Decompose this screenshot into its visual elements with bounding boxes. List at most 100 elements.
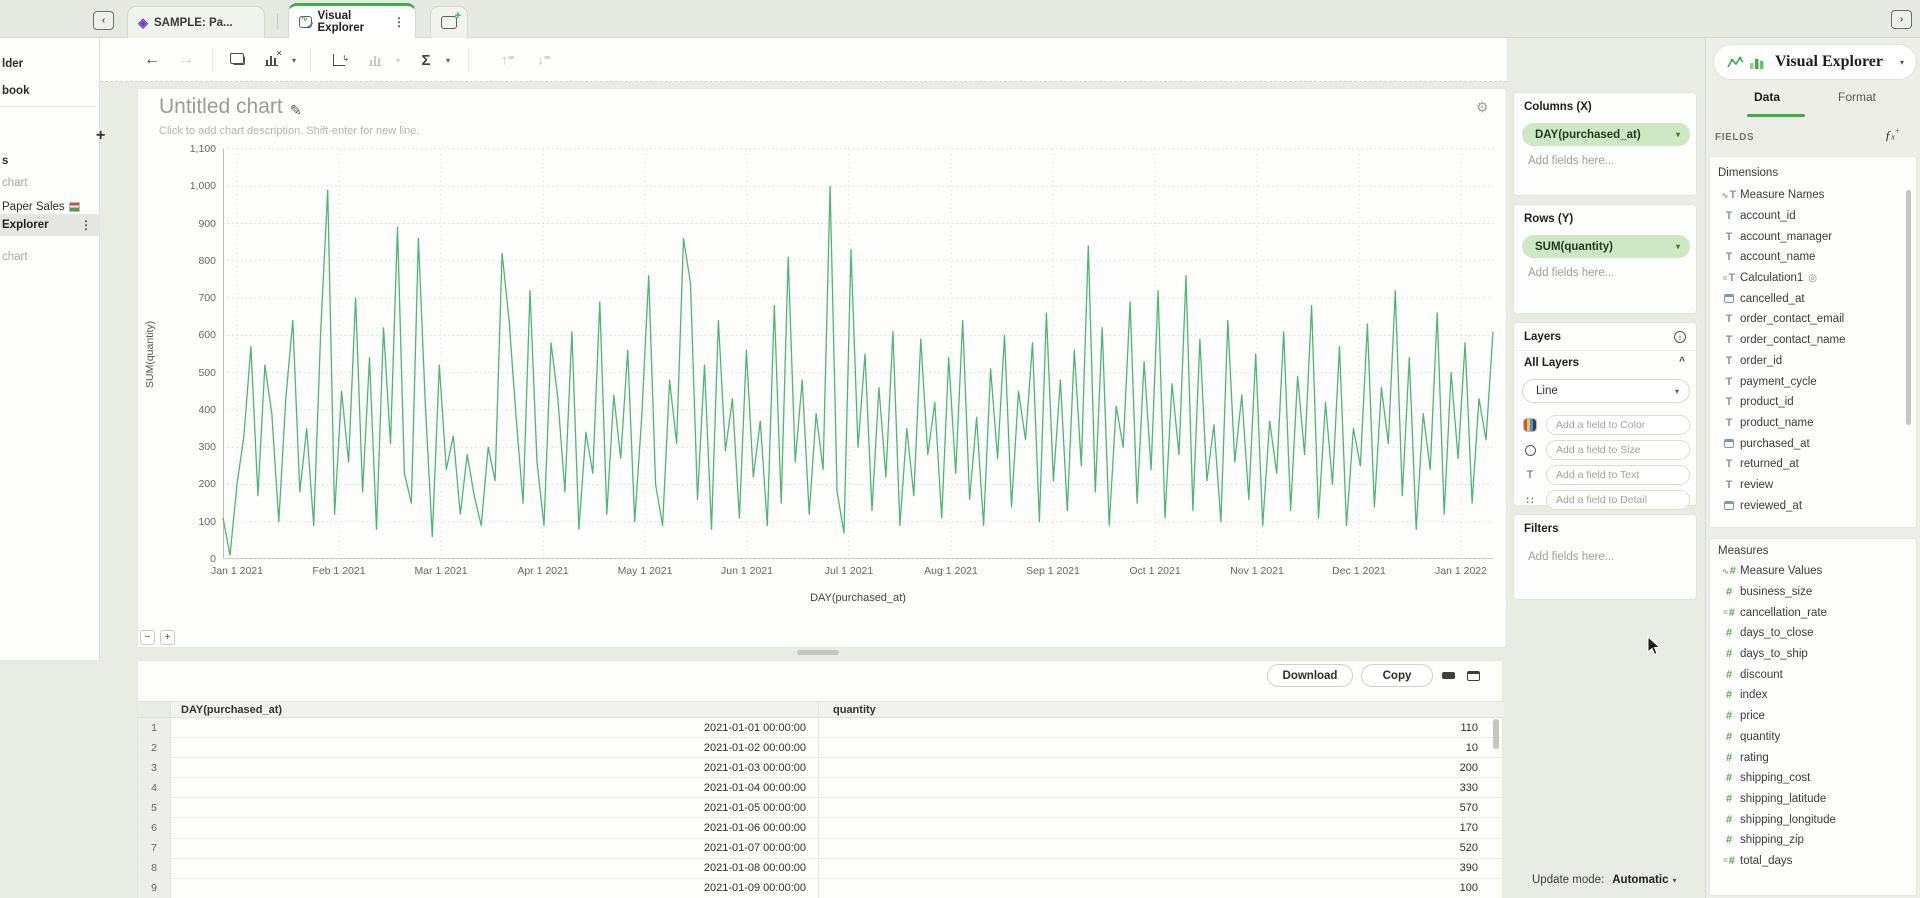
field-item[interactable]: #shipping_longitude — [1710, 809, 1916, 830]
field-item[interactable]: #shipping_zip — [1710, 830, 1916, 851]
table-row[interactable]: 52021-01-05 00:00:00570 — [138, 798, 1504, 818]
add-field-drop-target[interactable]: Add a field to Text — [1546, 465, 1690, 485]
rows-shelf-placeholder[interactable]: Add fields here... — [1528, 267, 1614, 279]
swap-axes-icon[interactable] — [326, 38, 352, 82]
field-item[interactable]: Taccount_name — [1710, 247, 1916, 268]
dimensions-scrollbar[interactable] — [1906, 190, 1911, 425]
add-page-button[interactable]: + — [96, 127, 105, 145]
table-row[interactable]: 72021-01-07 00:00:00520 — [138, 839, 1504, 859]
field-item[interactable]: #days_to_ship — [1710, 644, 1916, 665]
chart-description-placeholder[interactable]: Click to add chart description. Shift-en… — [159, 125, 419, 137]
undo-back-icon[interactable]: ← — [140, 38, 164, 82]
field-item[interactable]: purchased_at — [1710, 433, 1916, 454]
add-field-drop-target[interactable]: Add a field to Detail — [1546, 490, 1690, 510]
columns-shelf-placeholder[interactable]: Add fields here... — [1528, 155, 1614, 167]
field-item[interactable]: Taccount_id — [1710, 206, 1916, 227]
sidebar-item[interactable]: chart — [0, 246, 100, 268]
field-item[interactable]: #rating — [1710, 747, 1916, 768]
field-item[interactable]: #days_to_close — [1710, 623, 1916, 644]
field-item[interactable]: Tpayment_cycle — [1710, 371, 1916, 392]
add-field-drop-target[interactable]: Add a field to Color — [1546, 415, 1690, 435]
tab-visual-explorer[interactable]: ∿✓ Visual Explorer ⋮ — [288, 3, 416, 38]
field-item[interactable]: =TCalculation1◎ — [1710, 268, 1916, 289]
chart-title[interactable]: Untitled chart — [159, 95, 283, 119]
sort-ascending-icon[interactable]: ↑⁼ — [496, 38, 520, 82]
collapse-sidebar-icon[interactable]: ‹ — [93, 11, 114, 30]
bar-size-icon[interactable] — [362, 38, 388, 82]
remove-chart-icon[interactable]: ✕ — [258, 38, 284, 82]
layers-info-icon[interactable]: i — [1674, 331, 1686, 343]
chart-settings-gear-icon[interactable]: ⚙ — [1476, 99, 1489, 116]
field-item[interactable]: #quantity — [1710, 727, 1916, 748]
maximize-table-icon[interactable] — [1467, 671, 1480, 681]
app-switcher-caret-icon[interactable]: ▾ — [1900, 58, 1904, 67]
field-item[interactable]: Tproduct_id — [1710, 392, 1916, 413]
field-item[interactable]: ∿TMeasure Names — [1710, 185, 1916, 206]
table-scrollbar[interactable] — [1493, 719, 1499, 749]
pill-caret-icon[interactable]: ▾ — [1676, 242, 1680, 251]
bar-size-caret-icon[interactable]: ▾ — [392, 38, 404, 82]
field-item[interactable]: Tproduct_name — [1710, 413, 1916, 434]
table-row[interactable]: 82021-01-08 00:00:00390 — [138, 859, 1504, 879]
sort-descending-icon[interactable]: ↓⁼ — [532, 38, 556, 82]
tab-sample-workbook[interactable]: ◈ SAMPLE: Pa... — [127, 6, 265, 38]
edit-title-pencil-icon[interactable]: ✎ — [290, 102, 302, 119]
column-header-quantity[interactable]: quantity — [819, 702, 1504, 717]
table-row[interactable]: 92021-01-09 00:00:00100 — [138, 879, 1504, 898]
table-row[interactable]: 62021-01-06 00:00:00170 — [138, 818, 1504, 838]
aggregate-caret-icon[interactable]: ▾ — [442, 38, 454, 82]
field-item[interactable]: Taccount_manager — [1710, 226, 1916, 247]
sidebar-item[interactable]: book — [0, 80, 100, 102]
mark-type-select[interactable]: Line ▾ — [1522, 379, 1690, 403]
sidebar-item[interactable]: chart — [0, 172, 100, 194]
table-row[interactable]: 12021-01-01 00:00:00110 — [138, 718, 1504, 738]
new-element-tab-button[interactable]: + — [430, 6, 468, 38]
aggregate-sigma-icon[interactable]: Σ — [416, 38, 436, 82]
duplicate-element-icon[interactable] — [226, 38, 252, 82]
field-item[interactable]: #shipping_latitude — [1710, 789, 1916, 810]
add-formula-button[interactable]: ƒx+ — [1885, 126, 1900, 143]
tab-format[interactable]: Format — [1838, 90, 1876, 104]
field-item[interactable]: #price — [1710, 706, 1916, 727]
chart-type-caret-icon[interactable]: ▾ — [288, 38, 300, 82]
field-item[interactable]: reviewed_at — [1710, 495, 1916, 516]
columns-field-pill[interactable]: DAY(purchased_at) ▾ — [1522, 123, 1690, 146]
panel-resize-handle[interactable] — [797, 650, 839, 655]
field-item[interactable]: #shipping_cost — [1710, 768, 1916, 789]
field-item[interactable]: Torder_id — [1710, 351, 1916, 372]
field-item[interactable]: #index — [1710, 685, 1916, 706]
table-row[interactable]: 32021-01-03 00:00:00200 — [138, 758, 1504, 778]
field-item[interactable]: Torder_contact_name — [1710, 330, 1916, 351]
sidebar-item[interactable]: Explorer⋮ — [0, 214, 100, 236]
expand-panel-icon[interactable]: › — [1891, 10, 1912, 29]
table-row[interactable]: 22021-01-02 00:00:0010 — [138, 738, 1504, 758]
field-item[interactable]: #business_size — [1710, 582, 1916, 603]
column-header-date[interactable]: DAY(purchased_at) — [171, 702, 819, 717]
add-field-drop-target[interactable]: Add a field to Size — [1546, 440, 1690, 460]
sidebar-item[interactable]: s — [0, 150, 100, 172]
canvas-zoom-out-button[interactable]: − — [140, 630, 155, 645]
update-mode-control[interactable]: Update mode:Automatic▾ — [1532, 874, 1677, 886]
field-item[interactable]: =#cancellation_rate — [1710, 602, 1916, 623]
tab-menu-icon[interactable]: ⋮ — [393, 15, 405, 29]
redo-forward-icon[interactable]: → — [174, 38, 198, 82]
table-row[interactable]: 42021-01-04 00:00:00330 — [138, 778, 1504, 798]
canvas-zoom-in-button[interactable]: + — [160, 630, 175, 645]
field-item[interactable]: Treturned_at — [1710, 454, 1916, 475]
app-switcher[interactable]: Visual Explorer ▾ — [1713, 44, 1917, 80]
field-item[interactable]: =#total_days — [1710, 851, 1916, 872]
item-menu-icon[interactable]: ⋮ — [80, 218, 92, 232]
field-item[interactable]: Treview — [1710, 475, 1916, 496]
tab-data[interactable]: Data — [1754, 90, 1780, 104]
pill-caret-icon[interactable]: ▾ — [1676, 130, 1680, 139]
sidebar-item[interactable]: lder — [0, 53, 100, 75]
rows-field-pill[interactable]: SUM(quantity) ▾ — [1522, 235, 1690, 258]
field-item[interactable]: #discount — [1710, 664, 1916, 685]
all-layers-label[interactable]: All Layers — [1524, 357, 1579, 369]
filters-placeholder[interactable]: Add fields here... — [1528, 551, 1614, 563]
copy-button[interactable]: Copy — [1361, 664, 1433, 687]
collapse-layer-chevron-icon[interactable]: ^ — [1679, 356, 1685, 367]
field-item[interactable]: cancelled_at — [1710, 288, 1916, 309]
field-item[interactable]: ∿#Measure Values — [1710, 561, 1916, 582]
download-button[interactable]: Download — [1267, 664, 1353, 687]
